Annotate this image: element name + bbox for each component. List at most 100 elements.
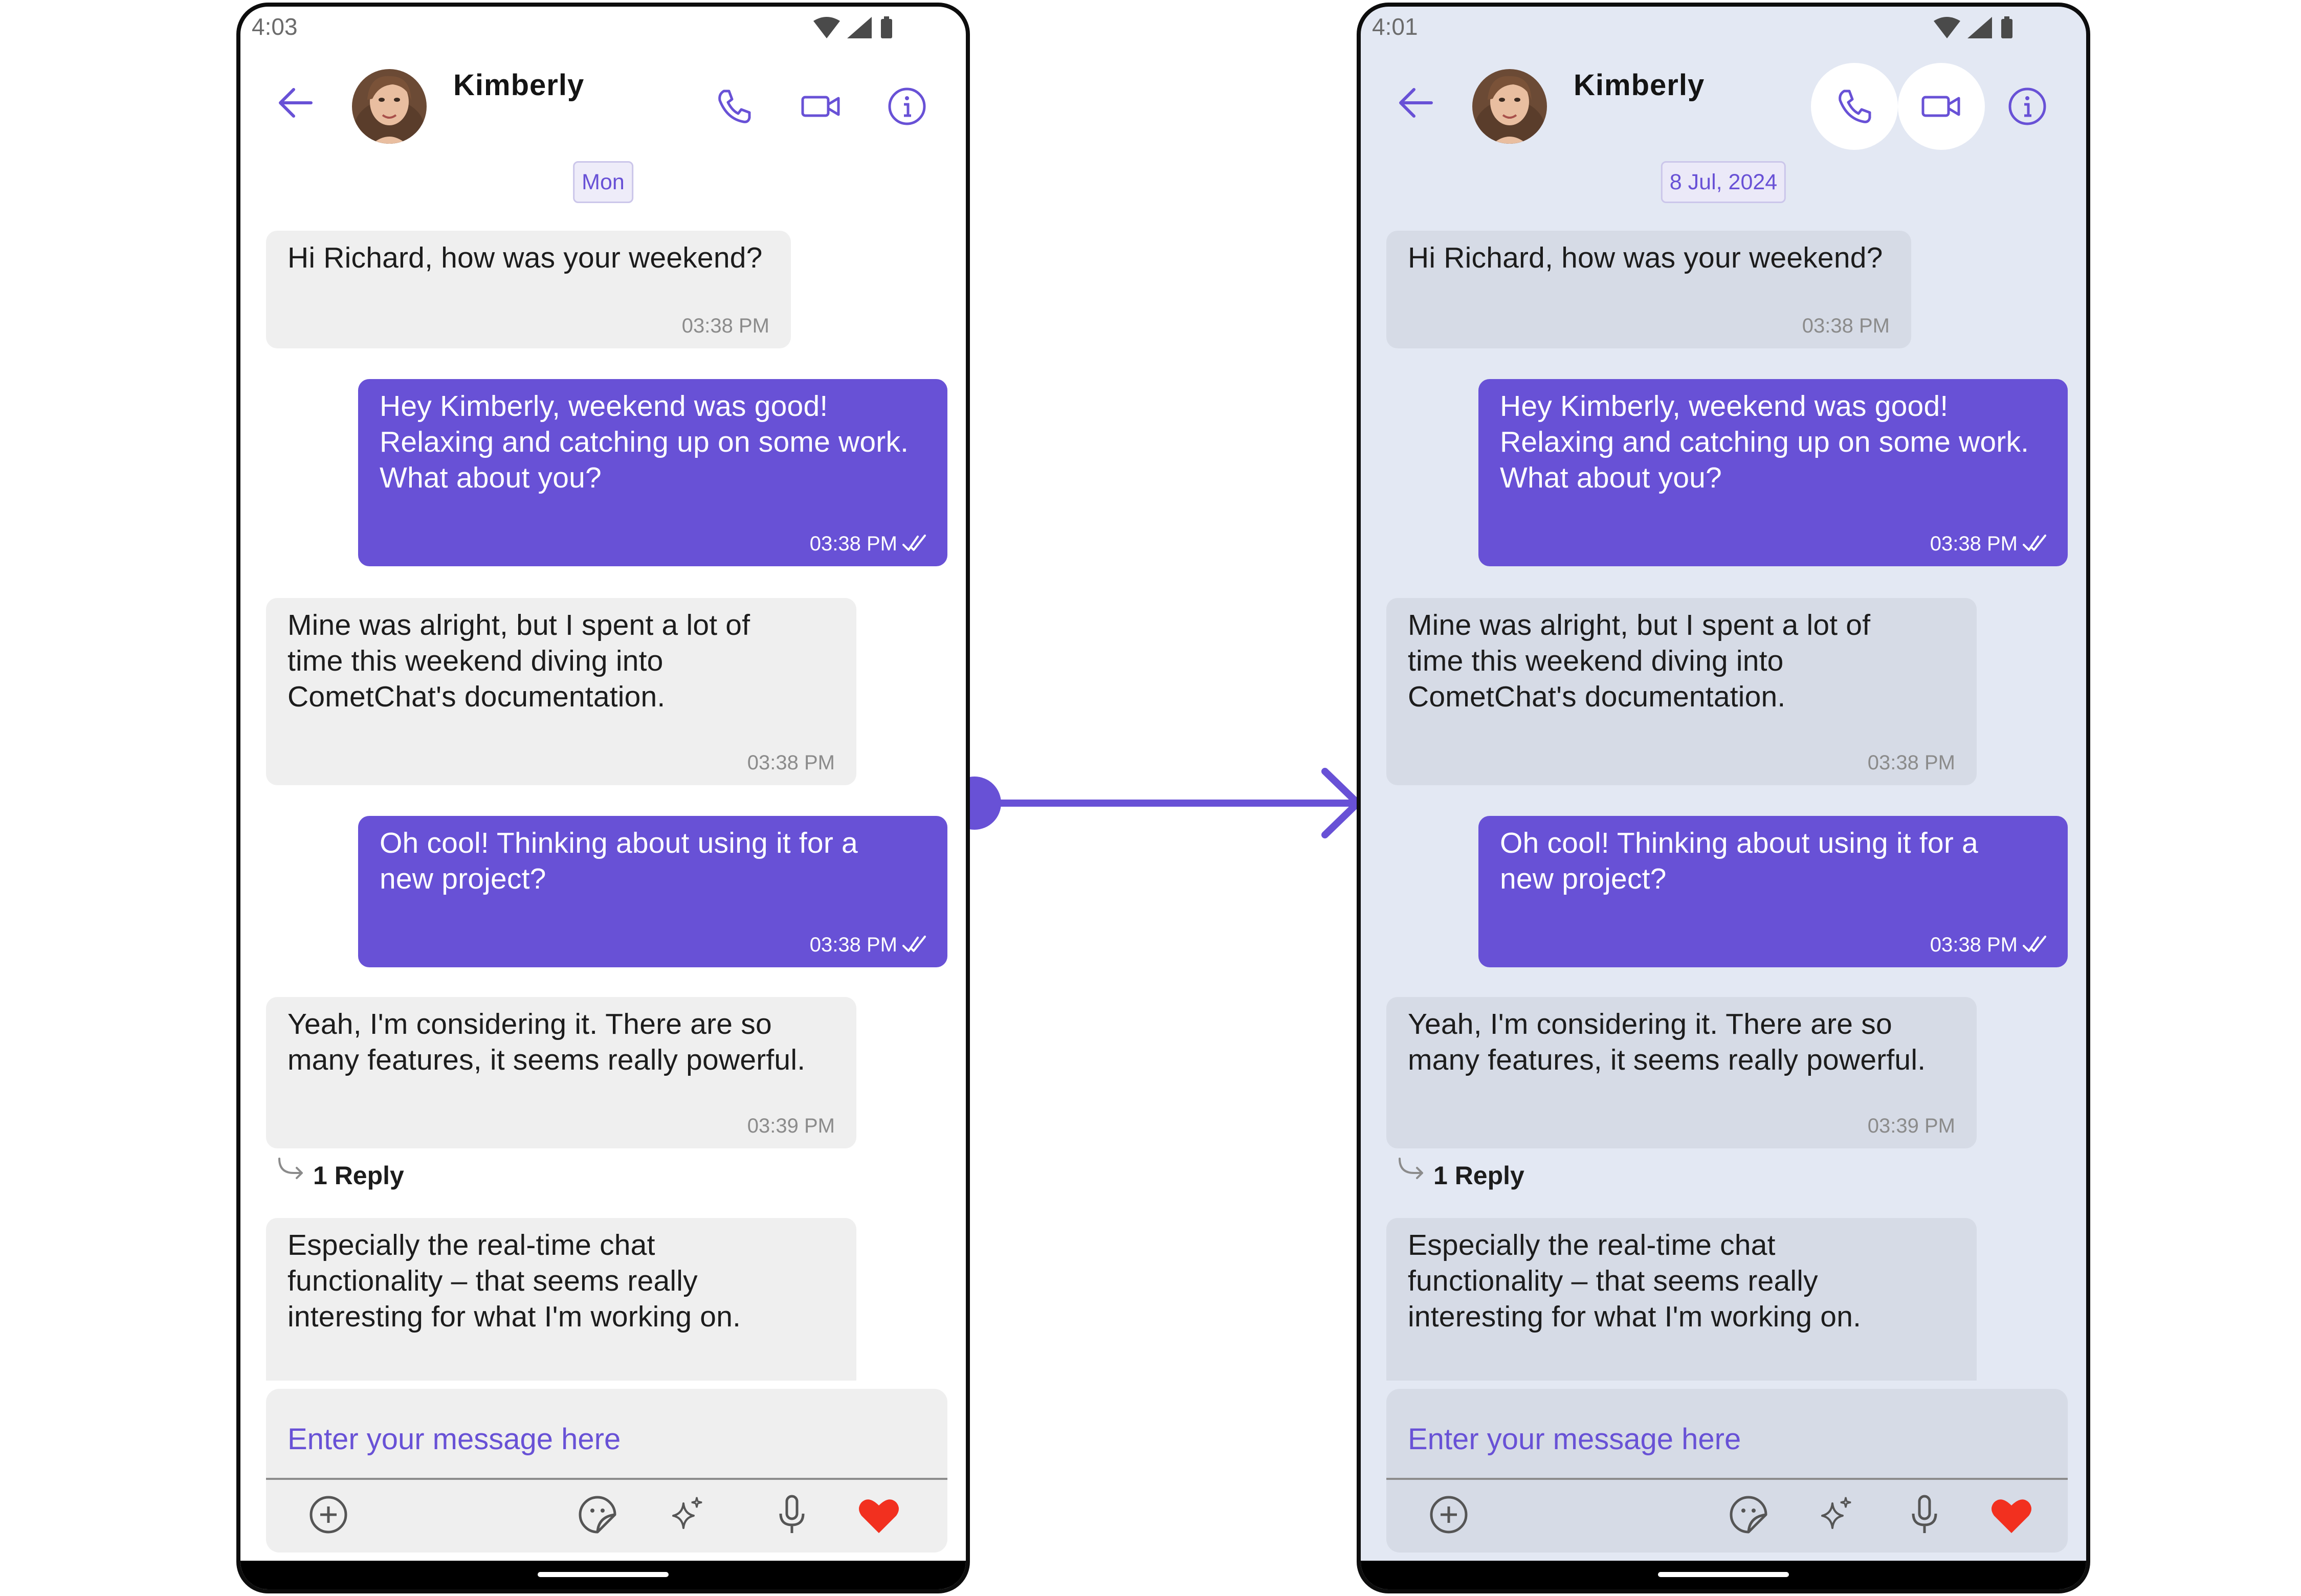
signal-icon — [1967, 17, 1992, 38]
message-incoming[interactable]: Especially the real-time chat functional… — [266, 1218, 856, 1381]
video-call-icon — [801, 96, 840, 117]
message-time-row: 03:38 PM — [1930, 934, 2049, 956]
sticker-icon — [579, 1496, 616, 1534]
message-text: Hi Richard, how was your weekend? — [287, 241, 763, 274]
message-composer — [266, 1389, 947, 1553]
avatar[interactable] — [1472, 69, 1547, 144]
status-time: 4:01 — [1372, 13, 1418, 40]
message-text: Hey Kimberly, weekend was good! Relaxing… — [1500, 390, 2029, 494]
ai-button[interactable] — [1811, 1490, 1860, 1539]
attach-button[interactable] — [304, 1490, 353, 1539]
heart-reaction-button[interactable] — [1987, 1490, 2036, 1539]
status-time: 4:03 — [252, 13, 298, 40]
message-time-row: 03:38 PM — [810, 533, 929, 555]
message-incoming[interactable]: Mine was alright, but I spent a lot of t… — [1386, 598, 1977, 785]
system-status-icons — [1934, 16, 2012, 38]
message-incoming[interactable]: Hi Richard, how was your weekend? 03:38 … — [266, 231, 791, 348]
message-incoming[interactable]: Mine was alright, but I spent a lot of t… — [266, 598, 856, 785]
message-text: Oh cool! Thinking about using it for a n… — [1500, 827, 1978, 895]
battery-icon — [2001, 19, 2012, 38]
double-check-read-icon — [902, 535, 926, 551]
heart-reaction-button[interactable] — [854, 1490, 903, 1539]
message-text: Yeah, I'm considering it. There are so m… — [287, 1008, 806, 1076]
message-input[interactable] — [266, 1389, 947, 1478]
reply-arrow-icon — [278, 1158, 303, 1179]
message-incoming[interactable]: Especially the real-time chat functional… — [1386, 1218, 1977, 1381]
ai-sparkle-icon — [1821, 1497, 1851, 1529]
message-outgoing[interactable]: Oh cool! Thinking about using it for a n… — [1478, 816, 2068, 967]
message-incoming[interactable]: Yeah, I'm considering it. There are so m… — [266, 997, 856, 1148]
info-button[interactable] — [864, 63, 950, 150]
add-attachment-icon — [309, 1496, 347, 1534]
info-icon — [2008, 87, 2046, 125]
info-button[interactable] — [1984, 63, 2071, 150]
message-time: 03:38 PM — [747, 751, 835, 774]
back-arrow-icon[interactable] — [1391, 78, 1441, 127]
message-time: 03:39 PM — [1867, 1115, 1955, 1137]
back-arrow-icon[interactable] — [271, 78, 320, 127]
system-status-icons — [813, 16, 892, 38]
voice-record-button[interactable] — [1900, 1490, 1949, 1539]
message-time-row: 03:38 PM — [810, 934, 929, 956]
message-text: Mine was alright, but I spent a lot of t… — [287, 609, 750, 713]
status-bar: 4:01 — [1361, 7, 2086, 48]
message-text: Oh cool! Thinking about using it for a n… — [380, 827, 858, 895]
message-time: 03:38 PM — [1802, 315, 1890, 337]
message-text: Especially the real-time chat functional… — [1408, 1229, 1862, 1333]
avatar[interactable] — [352, 69, 427, 144]
info-icon — [888, 87, 926, 125]
sticker-icon — [1730, 1496, 1767, 1534]
reply-count: 1 Reply — [313, 1161, 404, 1190]
composer-divider — [266, 1478, 947, 1480]
message-time: 03:38 PM — [809, 533, 897, 555]
message-text: Hey Kimberly, weekend was good! Relaxing… — [380, 390, 909, 494]
add-attachment-icon — [1430, 1496, 1468, 1534]
status-bar: 4:03 — [240, 7, 966, 48]
voice-call-button[interactable] — [691, 63, 778, 150]
video-call-button[interactable] — [778, 63, 865, 150]
message-outgoing[interactable]: Hey Kimberly, weekend was good! Relaxing… — [358, 379, 947, 566]
message-text: Yeah, I'm considering it. There are so m… — [1408, 1008, 1926, 1076]
contact-name: Kimberly — [453, 69, 585, 102]
video-call-icon — [1921, 96, 1960, 117]
message-text: Especially the real-time chat functional… — [287, 1229, 741, 1333]
navigation-bar — [1361, 1561, 2086, 1589]
message-text: Mine was alright, but I spent a lot of t… — [1408, 609, 1871, 713]
ai-sparkle-icon — [672, 1497, 702, 1529]
video-call-button[interactable] — [1898, 63, 1985, 150]
signal-icon — [847, 17, 872, 38]
ai-button[interactable] — [662, 1490, 711, 1539]
reply-arrow-icon — [1399, 1158, 1423, 1179]
sticker-button[interactable] — [573, 1490, 622, 1539]
message-time: 03:38 PM — [1930, 533, 2018, 555]
microphone-icon — [1912, 1495, 1937, 1533]
message-outgoing[interactable]: Oh cool! Thinking about using it for a n… — [358, 816, 947, 967]
double-check-read-icon — [2023, 535, 2046, 551]
phone-call-icon — [718, 90, 751, 123]
date-separator: Mon — [573, 161, 633, 203]
message-input[interactable] — [1386, 1389, 2068, 1478]
home-indicator[interactable] — [538, 1572, 669, 1577]
double-check-read-icon — [902, 936, 926, 952]
message-time: 03:39 PM — [747, 1115, 835, 1137]
phone-themed: 4:01 Kimberly 8 Jul, 2024 Hi Richard, ho… — [1357, 3, 2090, 1593]
navigation-bar — [240, 1561, 966, 1589]
message-incoming[interactable]: Hi Richard, how was your weekend? 03:38 … — [1386, 231, 1911, 348]
message-outgoing[interactable]: Hey Kimberly, weekend was good! Relaxing… — [1478, 379, 2068, 566]
sticker-button[interactable] — [1724, 1490, 1773, 1539]
message-time: 03:38 PM — [809, 934, 897, 956]
chat-header: Kimberly — [240, 58, 966, 150]
microphone-icon — [779, 1495, 805, 1533]
voice-call-button[interactable] — [1811, 63, 1898, 150]
heart-icon — [859, 1499, 899, 1533]
home-indicator[interactable] — [1658, 1572, 1789, 1577]
wifi-icon — [1934, 17, 1960, 38]
message-incoming[interactable]: Yeah, I'm considering it. There are so m… — [1386, 997, 1977, 1148]
attach-button[interactable] — [1424, 1490, 1473, 1539]
message-time-row: 03:38 PM — [1930, 533, 2049, 555]
voice-record-button[interactable] — [767, 1490, 816, 1539]
message-text: Hi Richard, how was your weekend? — [1408, 241, 1883, 274]
double-check-read-icon — [2023, 936, 2046, 952]
battery-icon — [881, 19, 892, 38]
chat-header: Kimberly — [1361, 58, 2086, 150]
